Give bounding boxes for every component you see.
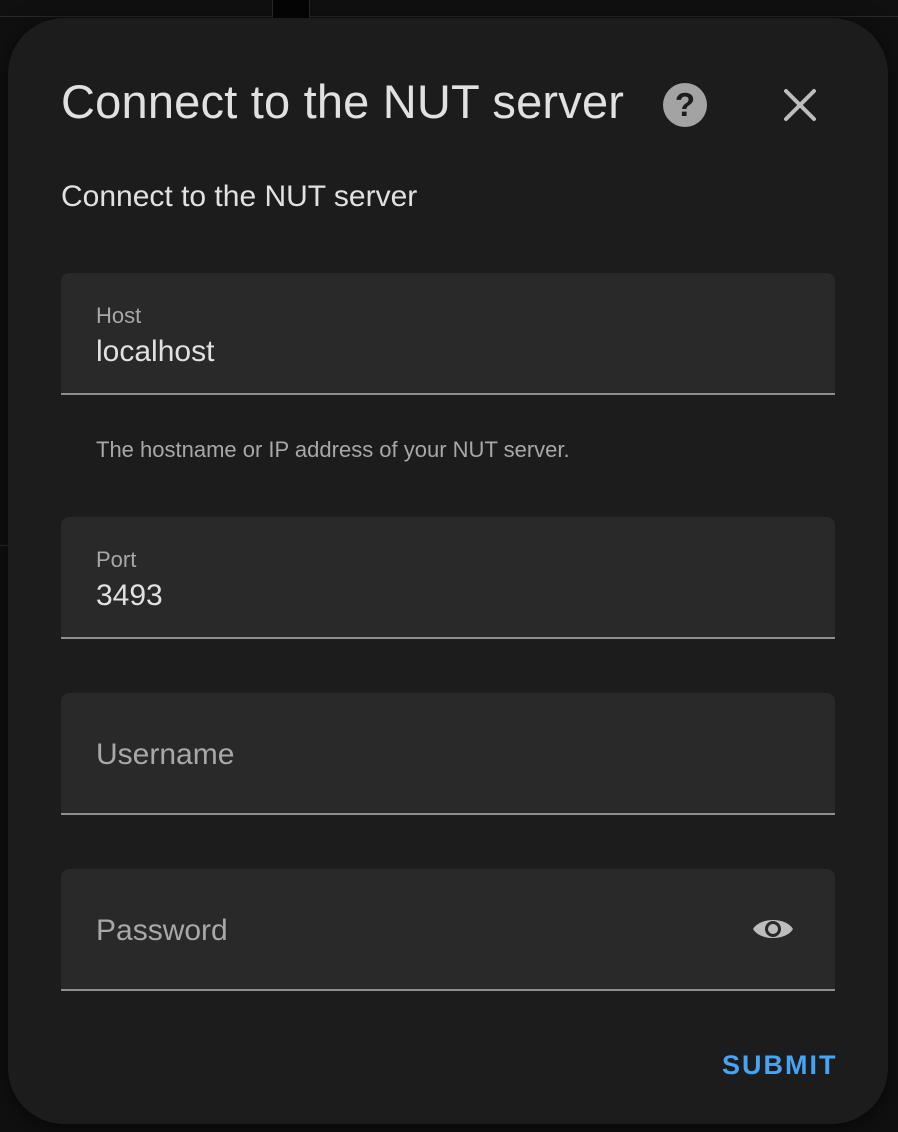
submit-button[interactable]: SUBMIT <box>722 1050 838 1081</box>
eye-icon <box>753 920 793 938</box>
username-field[interactable]: Username <box>61 693 835 815</box>
host-label: Host <box>96 303 142 328</box>
port-field[interactable]: Port 3493 <box>61 517 835 639</box>
close-icon <box>784 89 816 121</box>
dialog-title: Connect to the NUT server <box>61 75 625 128</box>
dialog-description: Connect to the NUT server <box>61 180 418 213</box>
background-panel-edge <box>272 0 310 18</box>
port-input[interactable]: 3493 <box>96 579 163 613</box>
close-button[interactable] <box>777 82 823 128</box>
host-input[interactable]: localhost <box>96 335 214 369</box>
help-icon[interactable]: ? <box>663 83 707 127</box>
show-password-toggle[interactable] <box>751 913 795 945</box>
username-input[interactable]: Username <box>96 738 234 772</box>
password-input[interactable]: Password <box>96 914 228 948</box>
host-helper-text: The hostname or IP address of your NUT s… <box>96 437 570 462</box>
host-field[interactable]: Host localhost <box>61 273 835 395</box>
password-field[interactable]: Password <box>61 869 835 991</box>
port-label: Port <box>96 547 137 572</box>
background-divider <box>0 16 898 17</box>
